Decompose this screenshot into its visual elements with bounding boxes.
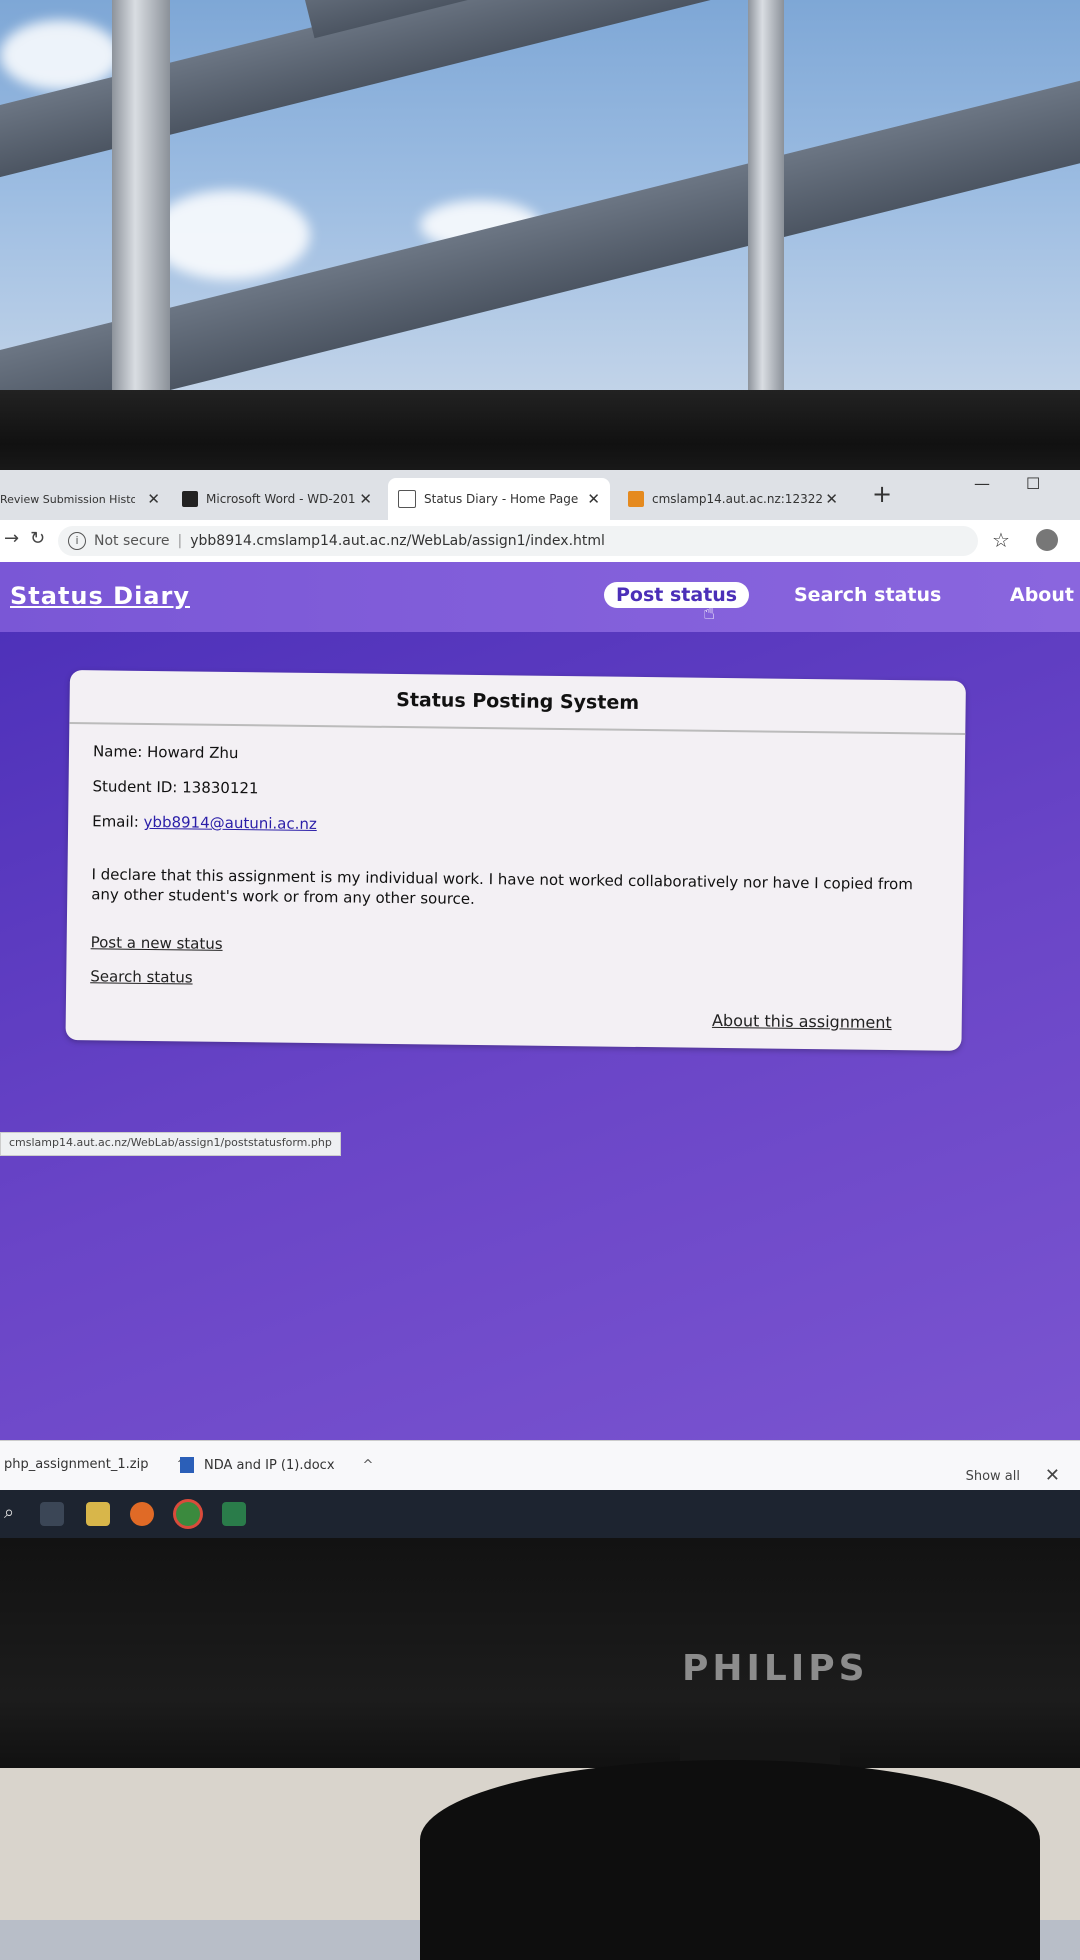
tab-label: cmslamp14.aut.ac.nz:12322 / [652, 492, 822, 506]
close-icon[interactable]: ✕ [1045, 1465, 1060, 1486]
window-background [0, 0, 1080, 430]
new-tab-icon[interactable]: + [872, 480, 892, 508]
nav-post-status[interactable]: Post status [604, 582, 750, 608]
address-bar: → ↻ i Not secure | ybb8914.cmslamp14.aut… [0, 520, 1080, 563]
monitor-brand-logo: PHILIPS [682, 1648, 869, 1689]
tab-microsoft-word[interactable]: Microsoft Word - WD-2019S ✕ [172, 478, 382, 520]
separator: | [177, 533, 183, 549]
student-id: Student ID: 13830121 [92, 777, 259, 798]
page-icon [398, 490, 416, 508]
tab-strip: Review Submission History: A ✕ Microsoft… [0, 470, 1080, 520]
show-all-button[interactable]: Show all [966, 1469, 1020, 1484]
url-text: ybb8914.cmslamp14.aut.ac.nz/WebLab/assig… [190, 533, 605, 549]
declaration-text: I declare that this assignment is my ind… [91, 865, 914, 909]
tab-label: Status Diary - Home Page [424, 492, 579, 506]
cloud [150, 190, 310, 280]
window-frame [112, 0, 170, 430]
download-item[interactable]: NDA and IP (1).docx ^ [180, 1457, 373, 1473]
windows-taskbar: ⌕ [0, 1490, 1080, 1538]
forward-icon[interactable]: → [4, 528, 19, 549]
card-links: Post a new status Search status [90, 933, 939, 995]
close-icon[interactable]: ✕ [147, 490, 160, 508]
browser-window: Review Submission History: A ✕ Microsoft… [0, 470, 1080, 1570]
info-icon[interactable]: i [68, 532, 86, 550]
close-icon[interactable]: ✕ [587, 490, 600, 508]
site-brand-link[interactable]: Status Diary [10, 582, 190, 610]
download-item[interactable]: php_assignment_1.zip ^ [4, 1457, 187, 1472]
profile-avatar-icon[interactable] [1036, 529, 1058, 551]
tab-status-diary[interactable]: Status Diary - Home Page ✕ [388, 478, 610, 520]
status-url-bubble: cmslamp14.aut.ac.nz/WebLab/assign1/posts… [0, 1132, 341, 1156]
email-label: Email: [92, 812, 139, 831]
download-filename: php_assignment_1.zip [4, 1457, 149, 1472]
monitor-bezel-bottom [0, 1538, 1080, 1768]
task-view-icon[interactable] [40, 1502, 64, 1526]
url-input[interactable]: i Not secure | ybb8914.cmslamp14.aut.ac.… [58, 526, 978, 556]
monitor-bezel-top [0, 390, 1080, 480]
bookmark-star-icon[interactable]: ☆ [992, 528, 1010, 552]
hand-cursor-icon: ☝ [703, 600, 716, 624]
app-icon[interactable] [222, 1502, 246, 1526]
tab-review-submission[interactable]: Review Submission History: A ✕ [0, 478, 170, 520]
info-card: Status Posting System Name: Howard Zhu S… [65, 670, 966, 1051]
phpmyadmin-icon [628, 491, 644, 507]
chevron-up-icon[interactable]: ^ [363, 1458, 374, 1473]
tab-cmslamp[interactable]: cmslamp14.aut.ac.nz:12322 / ✕ [618, 478, 848, 520]
window-frame [748, 0, 784, 430]
page-content: Status Diary Post status Search status A… [0, 562, 1080, 1570]
file-explorer-icon[interactable] [86, 1502, 110, 1526]
nav-about[interactable]: About [1010, 584, 1074, 606]
firefox-icon[interactable] [130, 1502, 154, 1526]
chrome-icon[interactable] [176, 1502, 200, 1526]
card-body: Name: Howard Zhu Student ID: 13830121 Em… [66, 724, 965, 1019]
blackboard-icon [182, 491, 198, 507]
maximize-icon[interactable]: ☐ [1026, 474, 1040, 493]
security-label: Not secure [94, 533, 170, 549]
site-navbar: Status Diary Post status Search status A… [0, 562, 1080, 632]
email-row: Email: ybb8914@autuni.ac.nz [92, 812, 940, 840]
close-icon[interactable]: ✕ [825, 490, 838, 508]
nav-search-status[interactable]: Search status [794, 584, 941, 606]
monitor-stand [420, 1760, 1040, 1960]
tab-label: Review Submission History: A [0, 492, 135, 506]
tab-label: Microsoft Word - WD-2019S [206, 492, 356, 506]
minimize-icon[interactable]: — [974, 474, 990, 493]
word-doc-icon [180, 1457, 194, 1473]
student-name: Name: Howard Zhu [92, 742, 239, 763]
search-status-link[interactable]: Search status [90, 967, 938, 995]
search-icon[interactable]: ⌕ [4, 1502, 28, 1526]
reload-icon[interactable]: ↻ [30, 528, 45, 549]
close-icon[interactable]: ✕ [359, 490, 372, 508]
email-link[interactable]: ybb8914@autuni.ac.nz [143, 813, 316, 833]
download-filename: NDA and IP (1).docx [204, 1457, 335, 1473]
about-assignment-link[interactable]: About this assignment [712, 1011, 892, 1032]
post-new-status-link[interactable]: Post a new status [91, 933, 939, 961]
